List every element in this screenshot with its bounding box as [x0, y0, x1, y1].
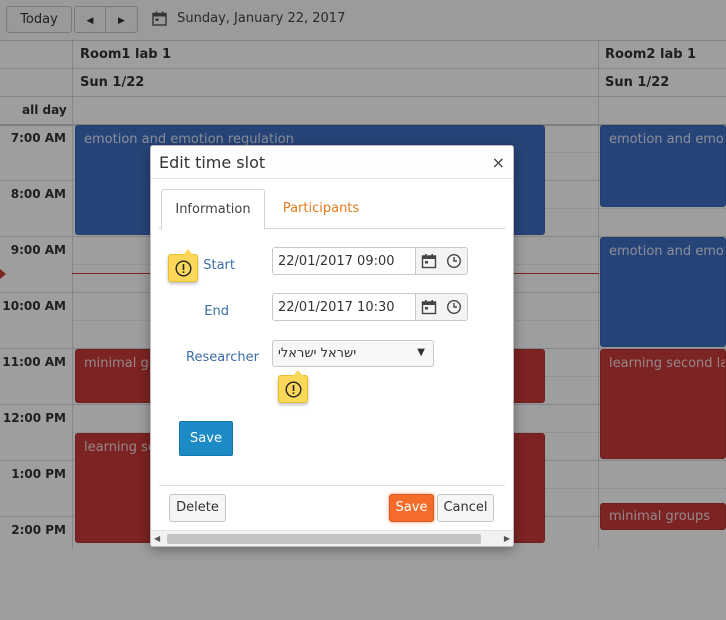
close-icon[interactable]: ×: [492, 153, 505, 172]
scrollbar-thumb[interactable]: [167, 534, 481, 544]
clock-icon[interactable]: [446, 253, 462, 269]
warning-icon: [285, 381, 302, 398]
dialog-titlebar: Edit time slot ×: [151, 146, 513, 179]
horizontal-scrollbar[interactable]: ◀ ▶: [151, 530, 513, 546]
chevron-down-icon: ▼: [417, 347, 425, 358]
tab-information[interactable]: Information: [161, 189, 265, 230]
footer-divider: [159, 485, 505, 486]
delete-button[interactable]: Delete: [169, 494, 226, 522]
calendar-icon[interactable]: [421, 253, 437, 269]
start-value: 22/01/2017 09:00: [278, 254, 395, 269]
researcher-select[interactable]: ישראל ישראלי ▼: [272, 340, 434, 367]
save-button[interactable]: Save: [389, 494, 434, 522]
save-information-button[interactable]: Save: [179, 421, 233, 456]
end-datetime-input[interactable]: 22/01/2017 10:30: [272, 293, 468, 321]
cancel-button[interactable]: Cancel: [437, 494, 494, 522]
researcher-value: ישראל ישראלי: [278, 346, 357, 361]
calendar-icon[interactable]: [421, 299, 437, 315]
dialog-title: Edit time slot: [159, 153, 266, 172]
edit-time-slot-dialog: Edit time slot × Information Participant…: [150, 145, 514, 547]
start-warning-badge: [168, 249, 198, 282]
researcher-warning-badge: [278, 370, 308, 403]
scroll-right-icon[interactable]: ▶: [504, 534, 510, 543]
warning-icon: [175, 260, 192, 277]
end-value: 22/01/2017 10:30: [278, 300, 395, 315]
start-datetime-input[interactable]: 22/01/2017 09:00: [272, 247, 468, 275]
dialog-tabs: Information Participants: [159, 189, 505, 230]
scroll-left-icon[interactable]: ◀: [154, 534, 160, 543]
clock-icon[interactable]: [446, 299, 462, 315]
end-label: End: [204, 304, 229, 319]
researcher-label: Researcher: [186, 350, 259, 365]
start-label: Start: [203, 258, 235, 273]
tab-participants[interactable]: Participants: [271, 189, 371, 229]
